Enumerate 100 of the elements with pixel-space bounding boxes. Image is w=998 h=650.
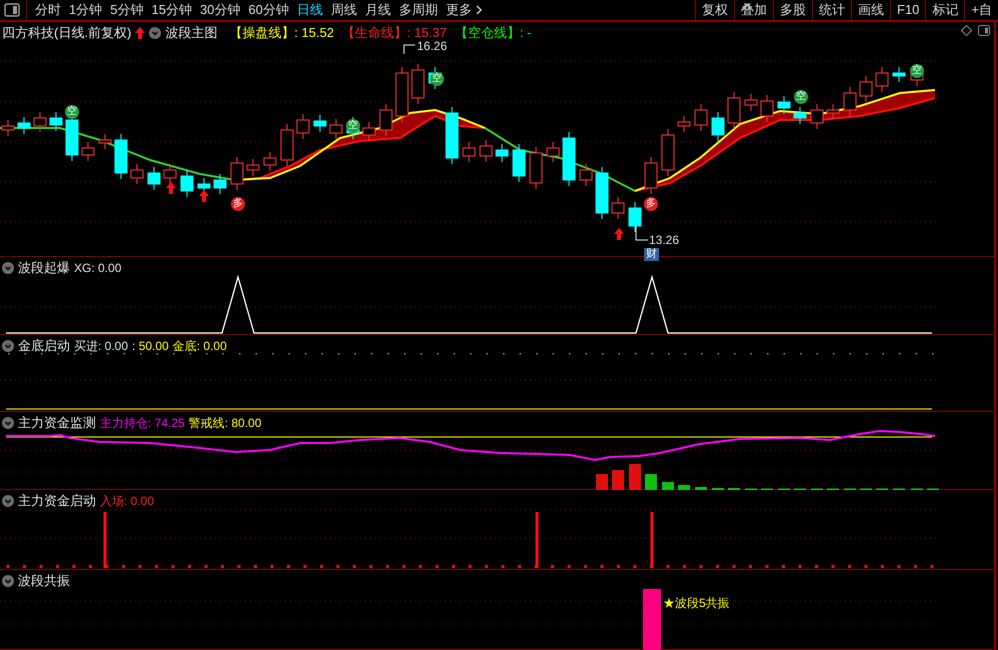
chevron-circle-icon[interactable] — [2, 574, 14, 587]
indicator-name: 主力资金启动 — [18, 492, 96, 510]
candlestick — [892, 66, 906, 82]
toolbar-button[interactable]: 画线 — [852, 0, 890, 20]
volume-bar — [629, 464, 641, 490]
candlestick — [130, 164, 144, 184]
candlestick — [826, 104, 840, 120]
toolbar-button[interactable]: 统计 — [813, 0, 851, 20]
candlestick — [580, 164, 592, 186]
candlestick — [744, 94, 758, 112]
chevron-circle-icon[interactable] — [2, 262, 14, 274]
sell-mark: 空 — [430, 72, 444, 86]
indicator-value: 金底: 0.00 — [172, 338, 227, 355]
indicator-name: 波段主图 — [165, 24, 218, 42]
leader-line — [404, 44, 416, 54]
period-tab[interactable]: 月线 — [360, 0, 395, 20]
toolbar-button[interactable]: 复权 — [696, 0, 734, 20]
chevron-circle-icon[interactable] — [2, 340, 14, 352]
volume-bar — [678, 485, 690, 490]
indicator-value: 入场: 0.00 — [100, 492, 154, 510]
period-tab[interactable]: 5分钟 — [106, 0, 148, 20]
toolbar-button[interactable]: 多股 — [774, 0, 812, 20]
candlestick — [50, 112, 62, 132]
price-label: 16.26 — [417, 39, 448, 53]
indicator-value: XG: 0.00 — [74, 260, 122, 277]
candlestick — [98, 134, 112, 150]
volume-bar — [645, 474, 657, 490]
toolbar-button[interactable]: +自 — [965, 0, 998, 20]
candlestick — [446, 106, 458, 164]
candlestick — [412, 64, 424, 104]
candlestick — [2, 120, 14, 136]
leader-line — [636, 226, 648, 240]
candlestick — [82, 142, 94, 162]
candlestick — [694, 104, 708, 132]
candlestick — [34, 112, 46, 132]
candlestick — [778, 96, 790, 114]
candlestick — [246, 158, 260, 176]
toolbar-button[interactable]: 标记 — [926, 0, 964, 20]
toolbar-button[interactable]: F10 — [891, 0, 926, 20]
candlestick — [114, 134, 128, 180]
up-arrow-icon — [199, 190, 209, 202]
up-arrow-icon — [166, 182, 176, 194]
candlestick — [628, 202, 642, 232]
candlestick — [362, 122, 376, 142]
indicator-value: 【空仓线】: - — [454, 24, 532, 42]
candlestick — [794, 106, 806, 124]
candlestick — [876, 66, 888, 92]
signal-bar — [643, 589, 661, 650]
candlestick — [18, 116, 30, 134]
candlestick — [462, 142, 476, 162]
indicator-name: 波段起爆 — [18, 259, 70, 277]
volume-bar — [695, 487, 707, 490]
indicator-value: : 50.00 — [132, 338, 169, 355]
panel-toggle-icon[interactable] — [978, 25, 990, 36]
candlestick — [546, 142, 560, 162]
buy-mark: 多 — [231, 197, 245, 211]
period-tab[interactable]: 15分钟 — [147, 0, 196, 20]
candlestick — [264, 152, 276, 172]
indicator-name: 金底启动 — [18, 337, 70, 355]
candlestick — [530, 146, 542, 190]
candlestick — [396, 66, 408, 122]
signal-bar — [650, 512, 654, 568]
candlestick — [164, 164, 176, 184]
period-tab[interactable]: 多周期 — [394, 0, 442, 20]
indicator-name: 波段共振 — [18, 572, 70, 590]
candlestick — [296, 114, 310, 140]
chevron-circle-icon[interactable] — [2, 416, 14, 429]
indicator-name: 主力资金监测 — [18, 414, 96, 432]
candlestick — [480, 140, 492, 162]
candlestick — [728, 92, 740, 130]
volume-bar — [662, 482, 674, 490]
candlestick — [230, 156, 244, 190]
period-tab[interactable]: 日线 — [292, 0, 327, 20]
signal-label: ★波段5共振 — [663, 595, 730, 612]
period-tab[interactable]: 60分钟 — [244, 0, 293, 20]
period-tab[interactable]: 30分钟 — [196, 0, 244, 20]
candlestick — [314, 114, 326, 132]
panel-toggle-icon[interactable] — [3, 1, 23, 19]
diamond-icon[interactable] — [961, 25, 972, 36]
period-tab[interactable]: 1分钟 — [65, 0, 106, 20]
period-tab[interactable]: 分时 — [31, 0, 65, 20]
candlestick — [512, 144, 526, 182]
volume-bar — [612, 470, 624, 490]
candlestick — [148, 166, 160, 190]
candlestick — [496, 144, 508, 162]
sell-mark: 空 — [794, 90, 808, 104]
candlestick — [662, 128, 674, 176]
candlestick — [612, 196, 624, 220]
candlestick — [810, 104, 824, 130]
period-tab[interactable]: 周线 — [326, 0, 361, 20]
candlestick — [562, 132, 576, 186]
candlestick — [712, 112, 724, 142]
up-arrow-icon — [614, 228, 624, 240]
chevron-right-icon — [476, 5, 483, 15]
toolbar-button[interactable]: 叠加 — [735, 0, 773, 20]
chevron-circle-icon[interactable] — [2, 494, 14, 507]
chevron-circle-icon[interactable] — [149, 26, 162, 39]
indicator-value: 【生命线】: 15.37 — [342, 24, 447, 42]
signal-bar — [104, 512, 106, 568]
period-tab[interactable]: 更多 — [442, 0, 487, 20]
